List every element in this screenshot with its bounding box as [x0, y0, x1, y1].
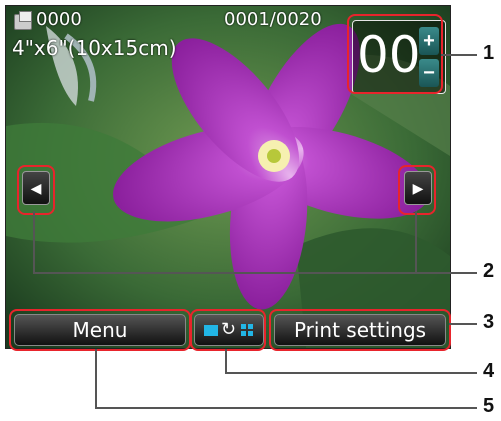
callout-line-2	[33, 272, 477, 274]
callout-number-2: 2	[483, 260, 495, 282]
callout-line-1	[441, 54, 477, 56]
callout-number-5: 5	[483, 395, 495, 417]
next-image-button[interactable]: ▶	[404, 171, 432, 205]
single-view-icon	[204, 325, 218, 336]
callout-line-3	[449, 323, 477, 325]
menu-button[interactable]: Menu	[14, 314, 186, 346]
copies-minus-button[interactable]: −	[419, 59, 439, 87]
callout-number-1: 1	[483, 42, 495, 64]
copies-counter: 00 + −	[352, 20, 446, 94]
cycle-icon: ↻	[221, 319, 237, 339]
print-settings-button[interactable]: Print settings	[274, 314, 446, 346]
callout-line-5a	[95, 349, 97, 408]
image-count: 0000	[36, 9, 82, 30]
callout-line-4	[225, 372, 477, 374]
callout-number-4: 4	[483, 360, 495, 382]
prev-image-button[interactable]: ◀	[22, 171, 50, 205]
copies-plus-button[interactable]: +	[419, 27, 439, 55]
callout-line-4a	[225, 349, 227, 373]
page-counter: 0001/0020	[224, 9, 322, 30]
paper-size: 4"x6"(10x15cm)	[12, 36, 177, 60]
callout-line-2b	[415, 211, 417, 273]
copies-value: 00	[357, 26, 421, 84]
view-switch-button[interactable]: ↻	[194, 314, 264, 346]
lcd-screen: 0000 0001/0020 4"x6"(10x15cm) 00 + − ◀ ▶…	[5, 5, 451, 349]
callout-line-5	[95, 407, 477, 409]
image-count-icon	[14, 11, 32, 30]
callout-number-3: 3	[483, 311, 495, 333]
grid-view-icon	[241, 324, 255, 337]
callout-line-2a	[33, 211, 35, 273]
